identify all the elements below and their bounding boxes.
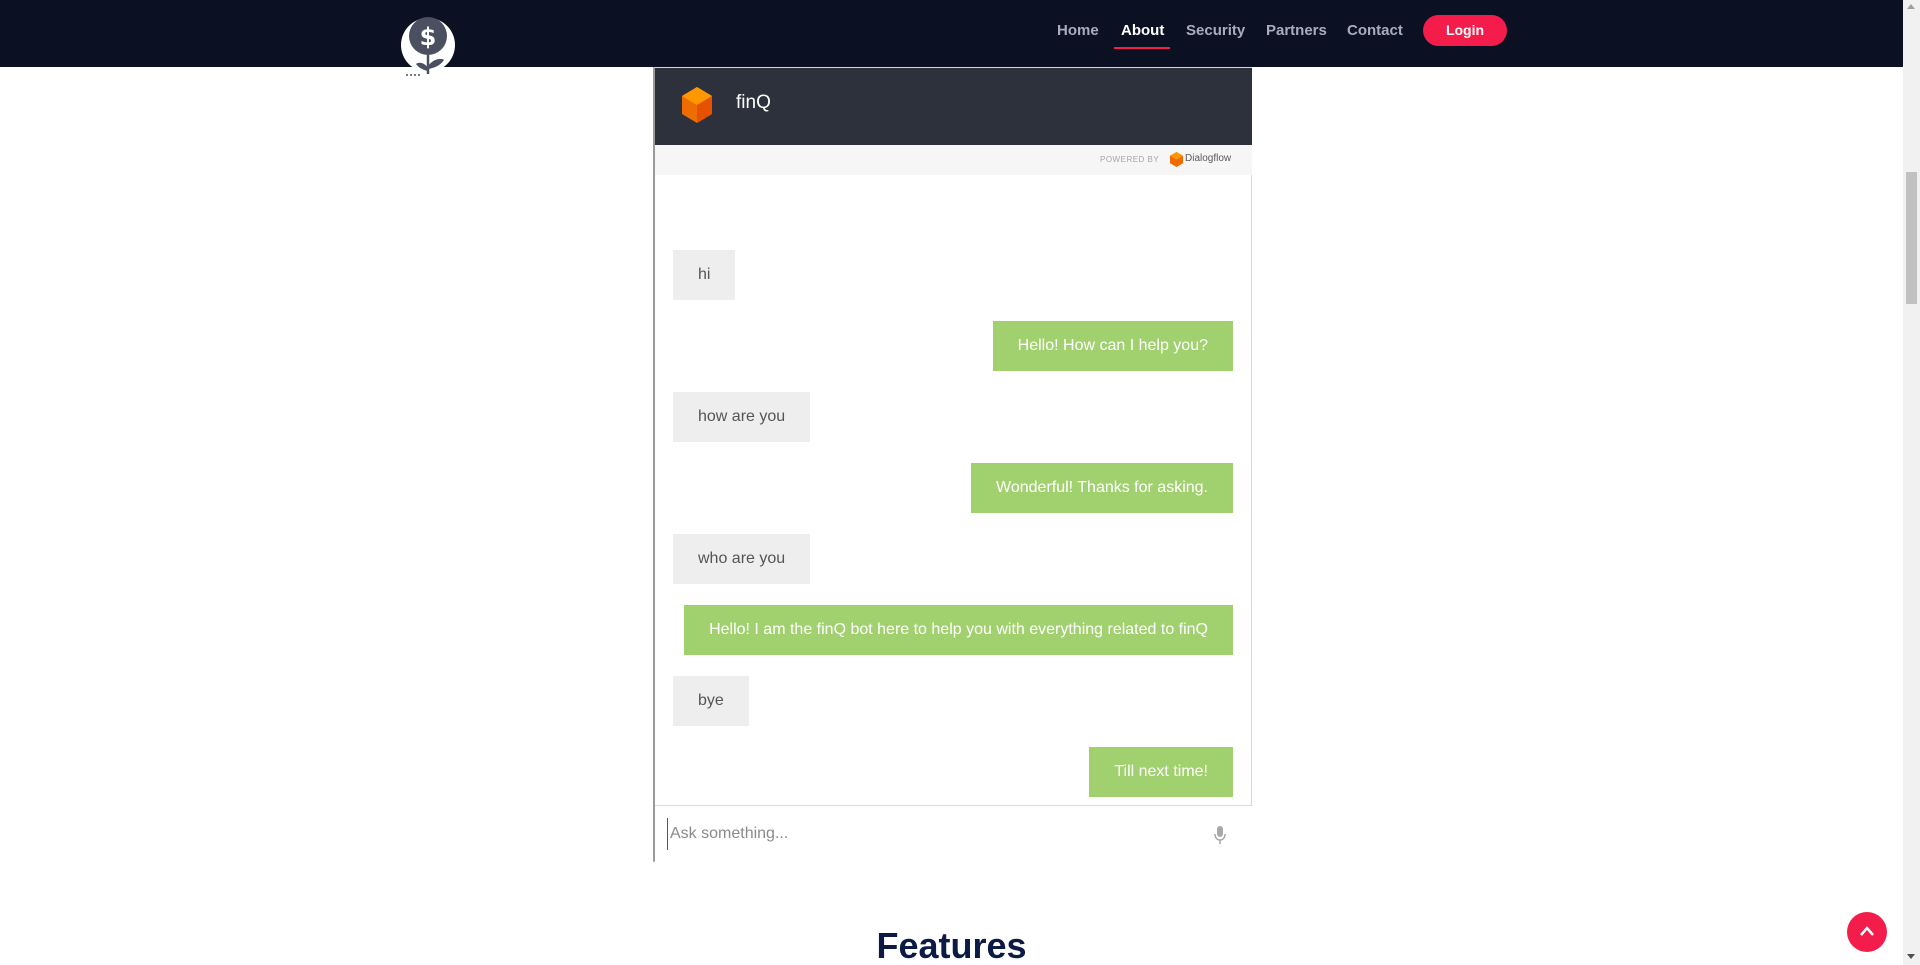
page-scrollbar[interactable] — [1903, 0, 1920, 965]
bot-message: Till next time! — [1089, 747, 1233, 797]
svg-text:$: $ — [420, 23, 437, 51]
powered-by-label: POWERED BY — [1100, 155, 1160, 164]
chevron-up-icon — [1860, 926, 1874, 936]
scrollbar-thumb[interactable] — [1906, 172, 1917, 304]
nav-link-contact[interactable]: Contact — [1347, 22, 1403, 39]
bot-message: Hello! I am the finQ bot here to help yo… — [684, 605, 1233, 655]
back-to-top-button[interactable] — [1847, 912, 1887, 952]
top-navbar: Home About Security Partners Contact Log… — [0, 0, 1903, 67]
nav-link-security[interactable]: Security — [1186, 22, 1245, 39]
dollar-plant-icon[interactable]: $ — [400, 14, 456, 76]
page: Home About Security Partners Contact Log… — [0, 0, 1920, 965]
bot-message: Hello! How can I help you? — [992, 321, 1233, 371]
user-message: how are you — [673, 392, 811, 442]
bot-name: finQ — [736, 92, 771, 113]
dialogflow-brand: Dialogflow — [1185, 153, 1232, 164]
powered-by-bar: POWERED BY Dialogflow — [655, 145, 1252, 175]
nav-link-about[interactable]: About — [1121, 22, 1164, 39]
chat-input-row — [655, 805, 1252, 862]
user-message: bye — [673, 676, 749, 726]
chat-header: finQ — [655, 68, 1252, 145]
user-message: who are you — [673, 534, 811, 584]
bot-message: Wonderful! Thanks for asking. — [971, 463, 1233, 513]
login-button[interactable]: Login — [1423, 15, 1507, 46]
chat-widget: finQ POWERED BY Dialogflow hi Hello! How… — [653, 67, 1252, 862]
nav-link-partners[interactable]: Partners — [1266, 22, 1327, 39]
user-message: hi — [673, 250, 736, 300]
dialogflow-cube-icon — [681, 86, 713, 124]
nav-link-home[interactable]: Home — [1057, 22, 1099, 39]
scroll-down-arrow-icon[interactable] — [1907, 954, 1915, 959]
microphone-icon[interactable] — [1213, 825, 1227, 845]
active-nav-underline — [1114, 47, 1170, 49]
chat-input[interactable] — [667, 818, 1197, 850]
scroll-up-arrow-icon[interactable] — [1907, 4, 1915, 9]
features-heading: Features — [876, 925, 1027, 965]
dialogflow-logo-icon — [1170, 152, 1183, 167]
